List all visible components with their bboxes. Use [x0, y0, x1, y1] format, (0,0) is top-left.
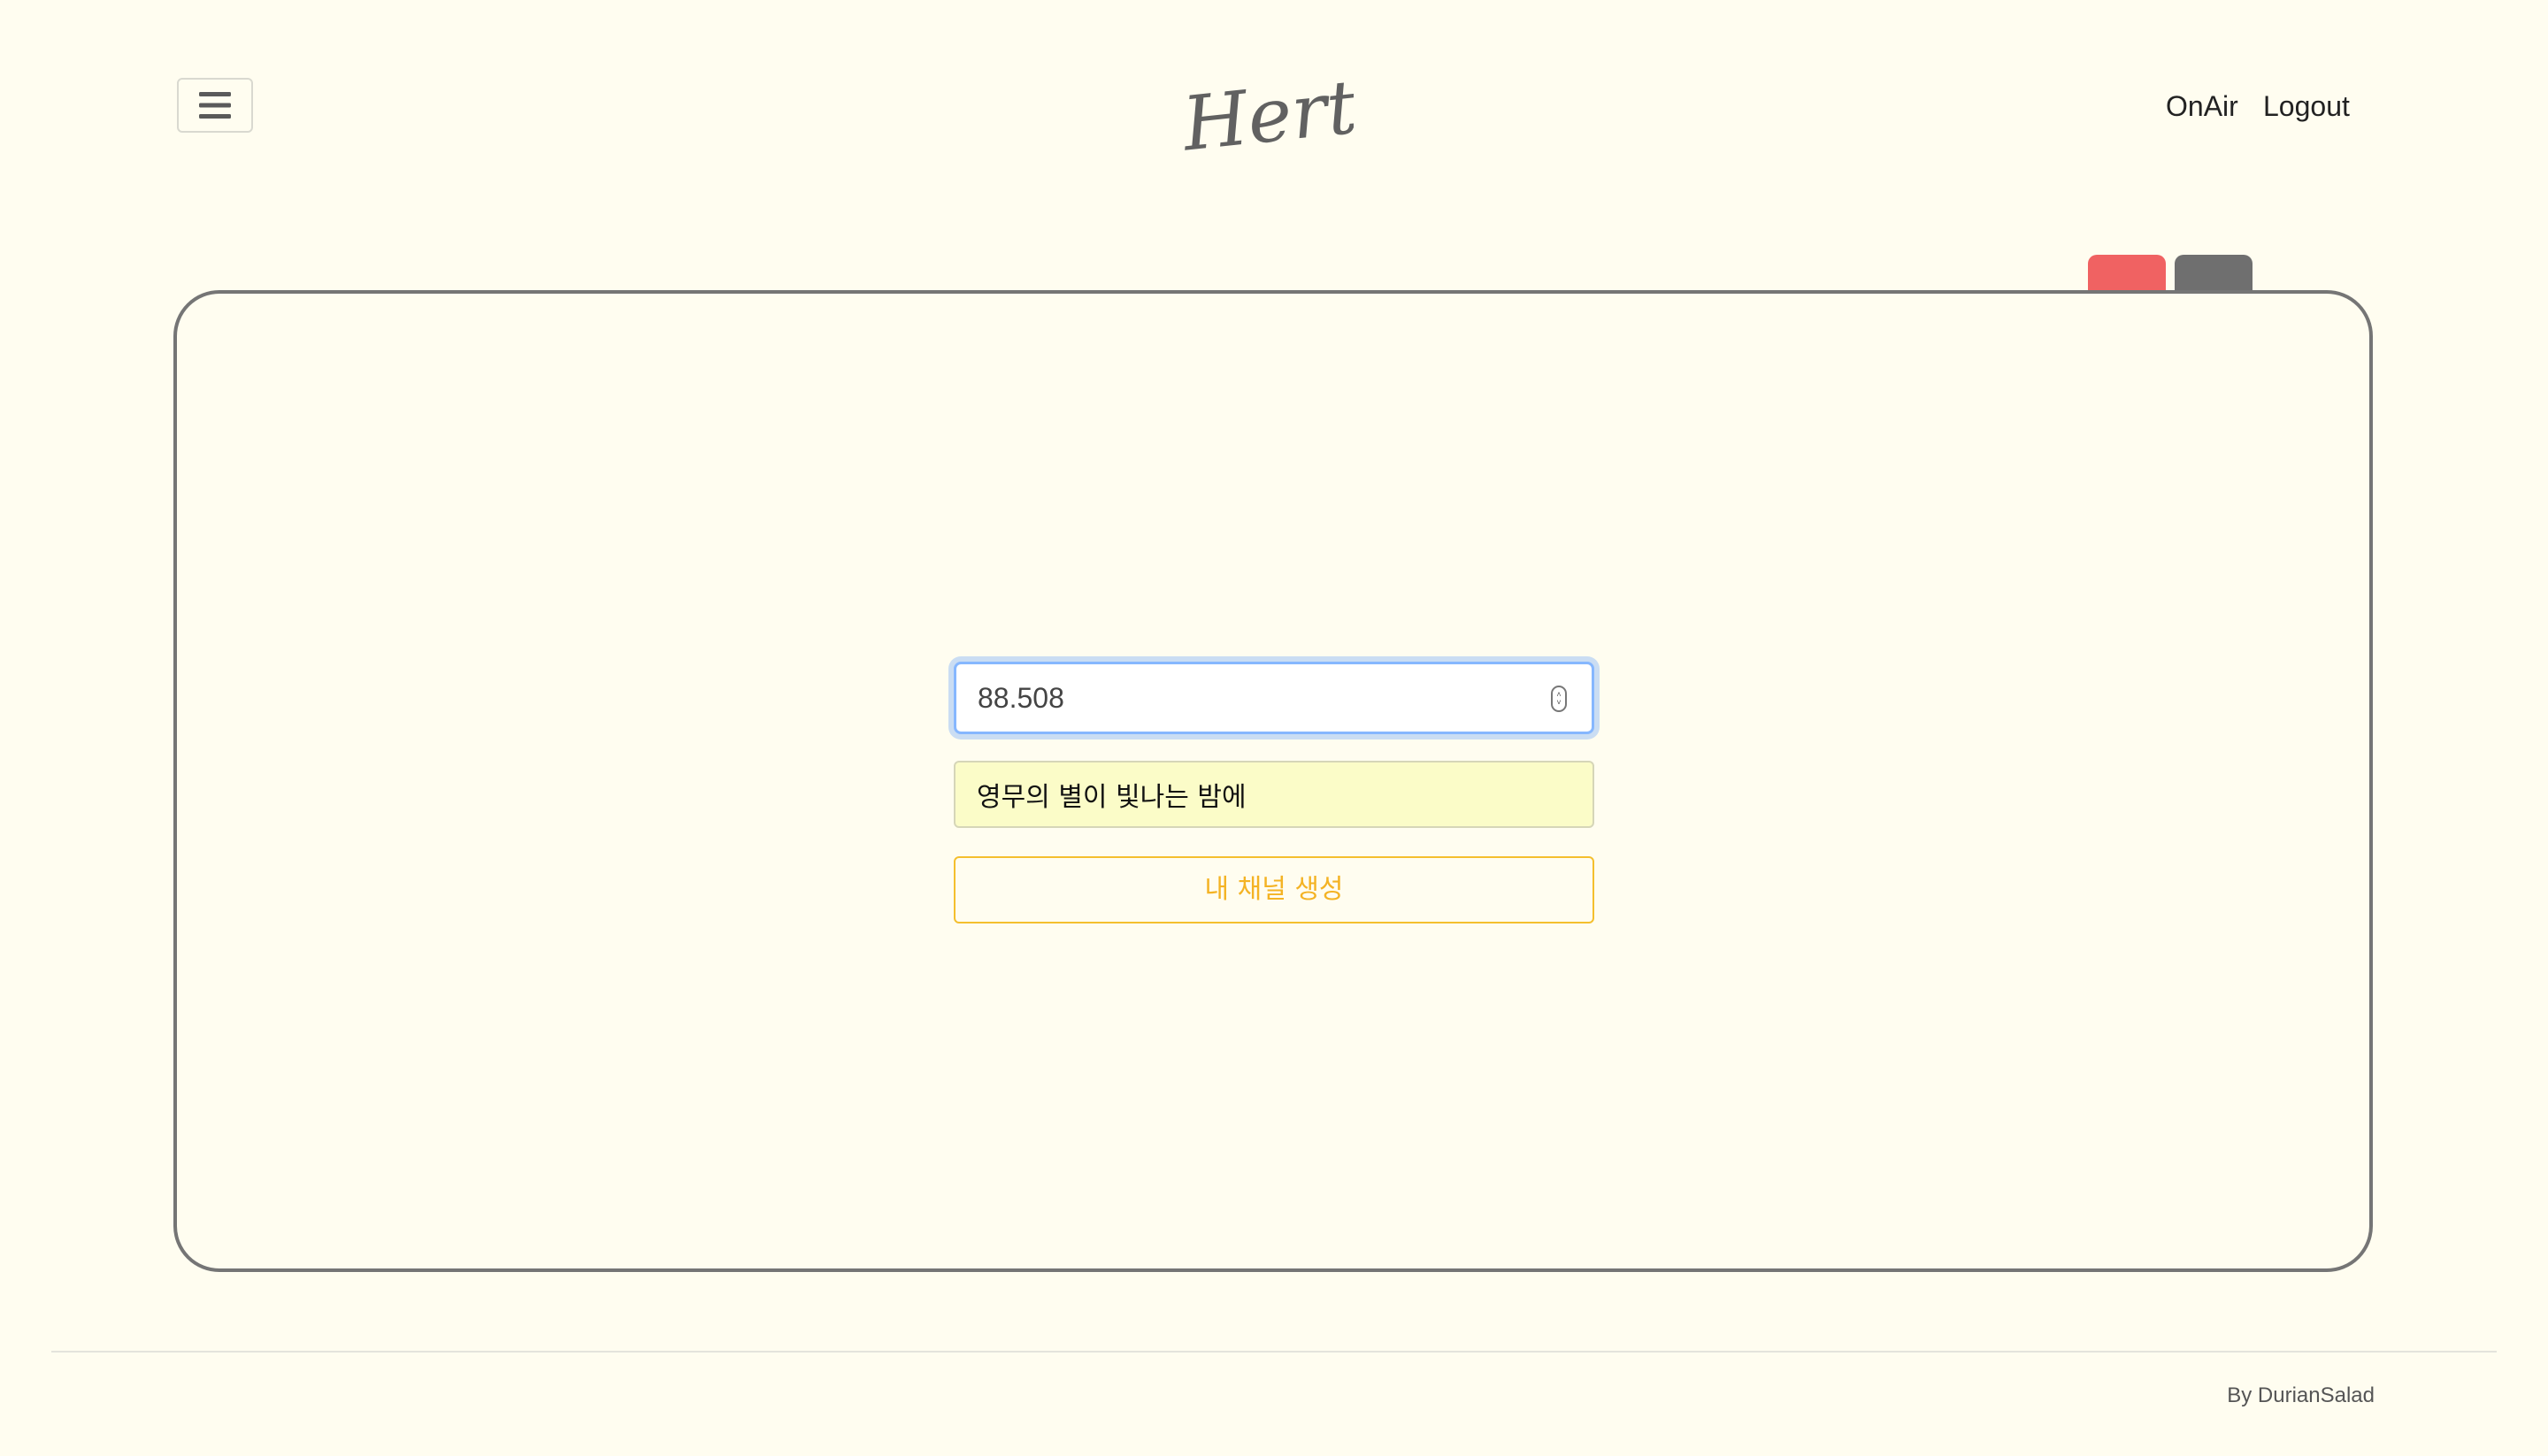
footer-credit: By DurianSalad: [2227, 1383, 2375, 1407]
app-root: Hertz OnAir Logout ˄ ˅ 내 채널 생성 By Durian…: [0, 0, 2548, 1456]
spinner-down-icon[interactable]: ˅: [1556, 699, 1561, 707]
hamburger-icon: [199, 92, 231, 119]
number-spinner-icon[interactable]: ˄ ˅: [1551, 686, 1567, 712]
channel-name-input[interactable]: [954, 761, 1594, 828]
logo-image: Hertz: [1177, 59, 1354, 161]
footer-divider: [51, 1351, 2497, 1353]
create-channel-button[interactable]: 내 채널 생성: [954, 856, 1594, 923]
frequency-input[interactable]: [956, 664, 1592, 732]
menu-button[interactable]: [177, 78, 253, 133]
svg-text:Hertz: Hertz: [1177, 59, 1354, 161]
create-channel-form: ˄ ˅ 내 채널 생성: [954, 662, 1594, 923]
frequency-field: ˄ ˅: [954, 662, 1594, 734]
nav-onair-link[interactable]: OnAir: [2166, 87, 2238, 126]
hertz-logo[interactable]: Hertz: [1177, 46, 1354, 161]
nav-logout-link[interactable]: Logout: [2263, 87, 2350, 126]
